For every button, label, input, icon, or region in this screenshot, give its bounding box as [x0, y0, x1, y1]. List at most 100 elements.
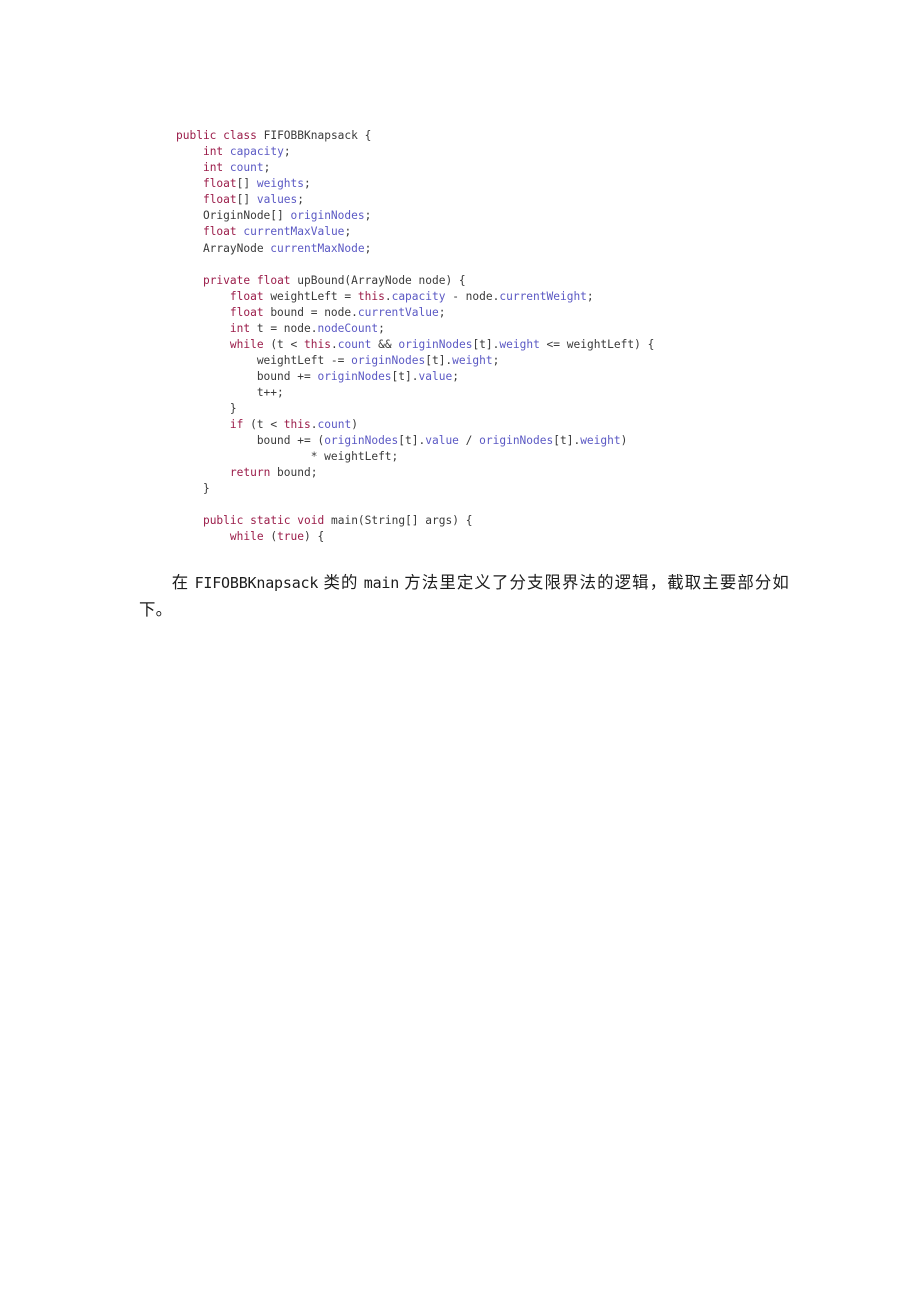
code-token: float: [202, 225, 237, 239]
code-line: float currentMaxValue;: [176, 224, 796, 240]
code-token: OriginNode[]: [176, 209, 291, 223]
code-token: (t <: [243, 418, 284, 432]
code-line: int t = node.nodeCount;: [176, 321, 796, 337]
code-token: currentValue: [357, 305, 439, 319]
code-token: nodeCount: [317, 321, 379, 335]
code-token: <= weightLeft) {: [539, 337, 655, 351]
code-token: /: [458, 434, 480, 448]
code-token: while: [229, 530, 264, 544]
code-line: while (t < this.count && originNodes[t].…: [176, 337, 796, 353]
code-token: count: [337, 337, 372, 351]
code-token: main(String[] args) {: [324, 514, 473, 528]
code-token: originNodes: [324, 434, 399, 448]
code-token: ;: [344, 225, 352, 239]
code-token: ;: [364, 241, 372, 255]
code-token: count: [229, 161, 264, 175]
code-token: [t].: [425, 353, 453, 367]
paragraph-text: 在: [171, 573, 195, 593]
code-token: ;: [586, 289, 594, 303]
code-token: ;: [378, 321, 385, 335]
code-line: float bound = node.currentValue;: [176, 305, 796, 321]
code-token: originNodes: [351, 353, 426, 367]
code-token: .: [310, 418, 318, 432]
code-token: class: [223, 129, 257, 143]
code-line: return bound;: [176, 465, 796, 481]
code-token: this: [304, 337, 331, 351]
code-token: (t <: [263, 337, 304, 351]
code-token: return: [229, 466, 271, 480]
code-token: currentMaxValue: [243, 225, 345, 239]
code-token: }: [176, 401, 237, 415]
code-token: ): [351, 418, 358, 432]
code-token: weightLeft =: [263, 289, 358, 303]
code-token: t++;: [176, 385, 284, 399]
code-token: []: [236, 177, 257, 191]
code-token: float: [229, 305, 264, 319]
code-token: float: [202, 193, 237, 207]
code-token: capacity: [391, 289, 446, 303]
code-line: t++;: [176, 385, 796, 401]
code-token: ;: [304, 177, 311, 191]
code-token: [t].: [553, 434, 581, 448]
code-line: public static void main(String[] args) {: [176, 513, 796, 529]
code-token: currentMaxNode: [270, 241, 365, 255]
code-token: value: [418, 369, 453, 383]
code-token: bound +=: [176, 369, 318, 383]
code-token: originNodes: [290, 209, 365, 223]
code-token: * weightLeft;: [176, 450, 399, 464]
code-token: originNodes: [479, 434, 554, 448]
code-token: public: [176, 129, 217, 143]
code-token: ) {: [304, 530, 325, 544]
code-line: }: [176, 481, 796, 497]
code-line: weightLeft -= originNodes[t].weight;: [176, 353, 796, 369]
code-token: if: [229, 418, 244, 432]
java-code-block: public class FIFOBBKnapsack { int capaci…: [176, 128, 796, 545]
code-token: ): [620, 434, 628, 448]
code-token: weight: [499, 337, 540, 351]
code-token: bound += (: [176, 434, 325, 448]
code-token: (: [263, 530, 278, 544]
code-line: bound += originNodes[t].value;: [176, 369, 796, 385]
code-token: [t].: [391, 369, 419, 383]
code-token: int: [229, 321, 251, 335]
code-token: currentWeight: [499, 289, 587, 303]
code-token: ;: [452, 369, 459, 383]
paragraph-code-term: FIFOBBKnapsack: [194, 574, 319, 593]
code-token: while: [229, 337, 264, 351]
code-token: ;: [364, 209, 372, 223]
code-token: originNodes: [398, 337, 473, 351]
code-token: }: [176, 482, 210, 496]
document-page: public class FIFOBBKnapsack { int capaci…: [0, 0, 920, 1302]
code-token: float: [229, 289, 264, 303]
code-token: ;: [263, 161, 271, 175]
code-line: float[] weights;: [176, 176, 796, 192]
code-line: int capacity;: [176, 144, 796, 160]
code-token: value: [425, 434, 459, 448]
code-token: this: [283, 418, 311, 432]
code-token: ;: [438, 305, 446, 319]
code-token: [t].: [472, 337, 500, 351]
code-line: OriginNode[] originNodes;: [176, 208, 796, 224]
code-line: public class FIFOBBKnapsack {: [176, 128, 796, 144]
code-token: ArrayNode: [176, 241, 271, 255]
paragraph-code-term: main: [363, 574, 400, 593]
code-line: if (t < this.count): [176, 417, 796, 433]
code-token: ;: [283, 145, 291, 159]
code-token: []: [236, 193, 257, 207]
code-token: weightLeft -=: [176, 353, 352, 367]
